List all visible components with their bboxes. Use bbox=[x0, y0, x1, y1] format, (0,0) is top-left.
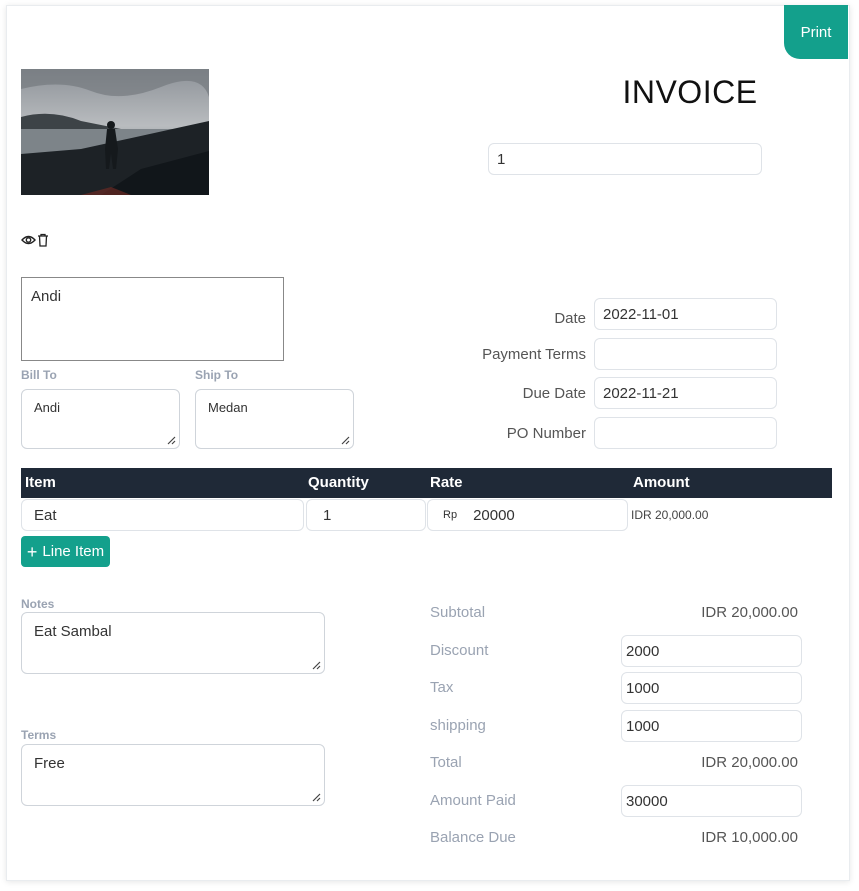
payment-terms-label: Payment Terms bbox=[482, 346, 586, 363]
ship-to-value: Medan bbox=[208, 400, 248, 415]
terms-value: Free bbox=[34, 755, 65, 772]
add-line-item-label: Line Item bbox=[42, 543, 105, 560]
balance-due-value: IDR 10,000.00 bbox=[701, 829, 798, 846]
payment-terms-input[interactable] bbox=[594, 338, 777, 370]
amount-paid-label: Amount Paid bbox=[430, 792, 516, 809]
shipping-input[interactable]: 1000 bbox=[621, 710, 802, 742]
header-amount: Amount bbox=[633, 474, 690, 491]
item-input[interactable]: Eat bbox=[21, 499, 304, 531]
tax-input[interactable]: 1000 bbox=[621, 672, 802, 704]
ship-to-label: Ship To bbox=[195, 368, 239, 382]
amount-paid-input[interactable]: 30000 bbox=[621, 785, 802, 817]
rate-value: 20000 bbox=[473, 506, 515, 524]
terms-label: Terms bbox=[21, 728, 57, 742]
due-date-input[interactable]: 2022-11-21 bbox=[594, 377, 777, 409]
items-table-header: Item Quantity Rate Amount bbox=[21, 468, 832, 498]
bill-to-textarea[interactable]: Andi bbox=[21, 389, 180, 449]
total-value: IDR 20,000.00 bbox=[701, 754, 798, 771]
notes-label: Notes bbox=[21, 597, 55, 611]
shipping-label: shipping bbox=[430, 717, 486, 734]
bill-to-label: Bill To bbox=[21, 368, 57, 382]
due-date-label: Due Date bbox=[522, 385, 586, 402]
tax-label: Tax bbox=[430, 679, 454, 696]
po-number-label: PO Number bbox=[506, 425, 586, 442]
plus-icon: + bbox=[26, 541, 38, 562]
discount-input[interactable]: 2000 bbox=[621, 635, 802, 667]
bill-to-value: Andi bbox=[34, 400, 61, 415]
terms-textarea[interactable]: Free bbox=[21, 744, 325, 806]
resize-grip-icon[interactable] bbox=[312, 793, 321, 802]
date-input[interactable]: 2022-11-01 bbox=[594, 298, 777, 330]
header-item: Item bbox=[25, 474, 56, 491]
amount-value: IDR 20,000.00 bbox=[631, 508, 709, 522]
balance-due-label: Balance Due bbox=[430, 829, 516, 846]
subtotal-value: IDR 20,000.00 bbox=[701, 604, 798, 621]
subtotal-label: Subtotal bbox=[430, 604, 486, 621]
resize-grip-icon[interactable] bbox=[341, 436, 350, 445]
header-quantity: Quantity bbox=[308, 474, 369, 491]
notes-textarea[interactable]: Eat Sambal bbox=[21, 612, 325, 674]
logo-image bbox=[21, 69, 209, 195]
resize-grip-icon[interactable] bbox=[312, 661, 321, 670]
notes-value: Eat Sambal bbox=[34, 623, 112, 640]
discount-label: Discount bbox=[430, 642, 489, 659]
invoice-number-input[interactable]: 1 bbox=[488, 143, 762, 175]
trash-icon[interactable] bbox=[37, 233, 49, 247]
rate-input[interactable]: Rp 20000 bbox=[427, 499, 628, 531]
invoice-title: INVOICE bbox=[622, 74, 758, 110]
total-label: Total bbox=[430, 754, 462, 771]
po-number-input[interactable] bbox=[594, 417, 777, 449]
currency-prefix: Rp bbox=[443, 509, 458, 521]
print-button[interactable]: Print bbox=[784, 5, 848, 59]
ship-to-textarea[interactable]: Medan bbox=[195, 389, 354, 449]
quantity-input[interactable]: 1 bbox=[306, 499, 426, 531]
resize-grip-icon[interactable] bbox=[167, 436, 176, 445]
header-rate: Rate bbox=[430, 474, 463, 491]
from-textarea[interactable]: Andi bbox=[21, 277, 284, 361]
add-line-item-button[interactable]: + Line Item bbox=[21, 536, 110, 567]
date-label: Date bbox=[554, 310, 586, 327]
eye-icon[interactable] bbox=[21, 233, 36, 247]
